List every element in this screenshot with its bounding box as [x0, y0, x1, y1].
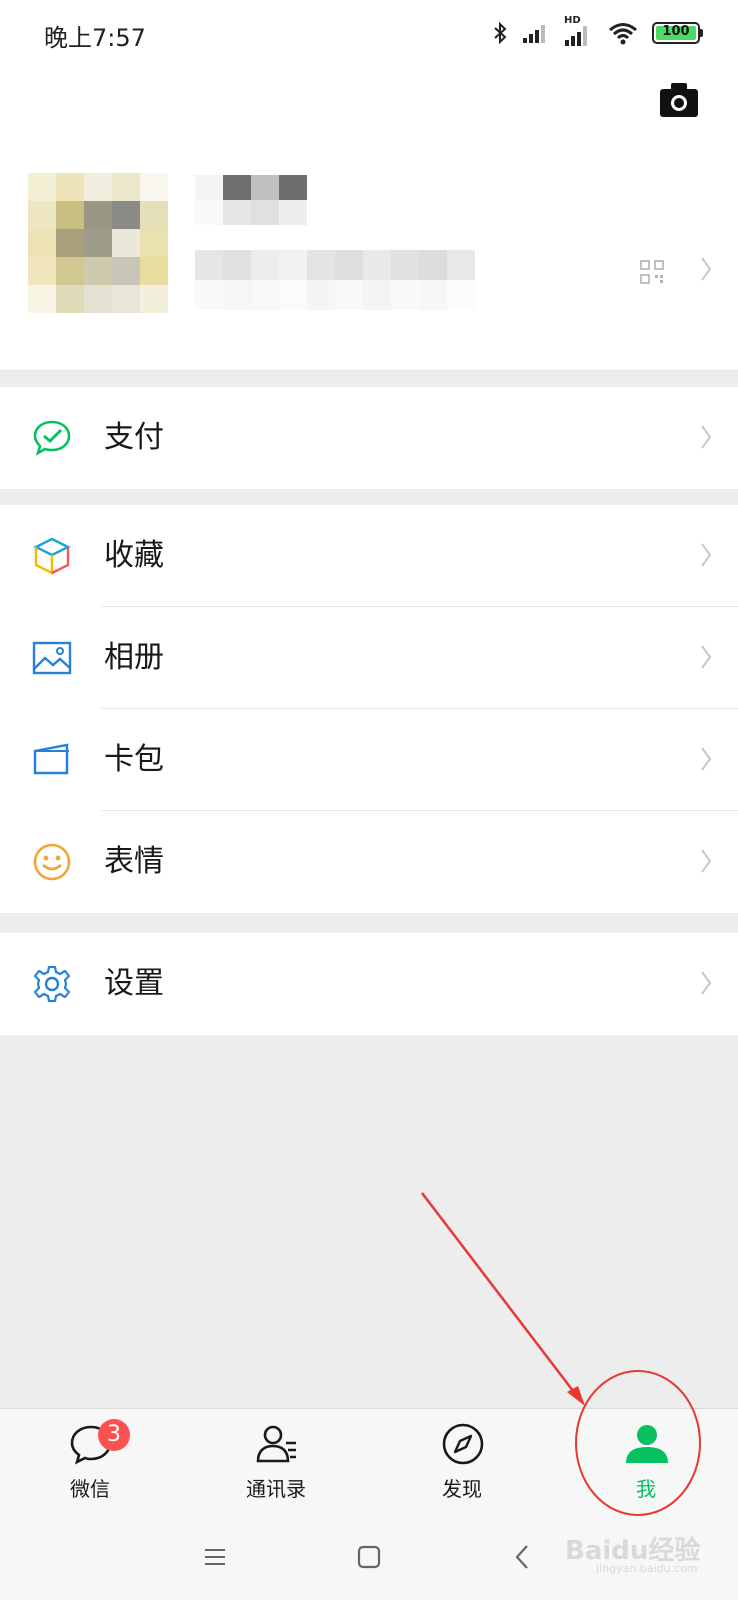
card-wallet-icon — [33, 743, 69, 775]
chevron-right-icon — [701, 747, 712, 771]
chevron-right-icon — [701, 645, 712, 669]
menu-item-card-wallet[interactable]: 卡包 — [0, 709, 738, 811]
nickname-blurred — [195, 175, 307, 225]
status-bar: 晚上7:57 HD 100 — [0, 0, 738, 70]
battery-indicator: 100 — [652, 22, 703, 44]
tab-me[interactable]: 我 — [586, 1409, 706, 1513]
camera-icon[interactable] — [658, 80, 700, 120]
qr-code-icon[interactable] — [640, 260, 664, 284]
annotation-arrow — [421, 1192, 581, 1401]
tab-label: 微信 — [70, 1477, 110, 1501]
smiley-icon — [33, 843, 71, 881]
menu-label: 设置 — [104, 966, 164, 1001]
menu-group-settings: 设置 — [0, 933, 738, 1035]
unread-badge: 3 — [98, 1419, 130, 1451]
menu-group-pay: 支付 — [0, 387, 738, 489]
menu-item-album[interactable]: 相册 — [0, 607, 738, 709]
tab-label: 发现 — [442, 1477, 482, 1501]
menu-label: 相册 — [104, 640, 164, 675]
compass-icon — [442, 1423, 484, 1465]
menu-item-stickers[interactable]: 表情 — [0, 811, 738, 913]
menu-label: 收藏 — [104, 538, 164, 573]
avatar[interactable] — [28, 173, 168, 313]
wechat-pay-icon — [33, 420, 71, 456]
signal-icon — [523, 25, 545, 43]
menu-item-pay[interactable]: 支付 — [0, 387, 738, 489]
menu-label: 卡包 — [104, 742, 164, 777]
hd-signal-icon: HD — [564, 15, 594, 47]
tab-chats[interactable]: 3 微信 — [30, 1409, 150, 1513]
watermark-sub: jingyan.baidu.com — [596, 1562, 698, 1575]
annotation-arrowhead — [567, 1386, 585, 1406]
tab-label: 通讯录 — [246, 1477, 306, 1501]
status-time: 晚上7:57 — [44, 24, 146, 52]
album-picture-icon — [32, 641, 72, 675]
wifi-icon — [609, 23, 637, 45]
chevron-right-icon — [701, 257, 712, 281]
chevron-right-icon — [701, 849, 712, 873]
bluetooth-icon — [494, 21, 507, 45]
menu-group-main: 收藏 相册 卡包 表情 — [0, 505, 738, 913]
menu-item-favorites[interactable]: 收藏 — [0, 505, 738, 607]
menu-label: 支付 — [104, 420, 164, 455]
chevron-right-icon — [701, 971, 712, 995]
back-icon[interactable] — [508, 1542, 538, 1572]
settings-gear-icon — [33, 965, 71, 1003]
home-icon[interactable] — [354, 1542, 384, 1572]
chevron-right-icon — [701, 543, 712, 567]
profile-header[interactable] — [0, 70, 738, 371]
bottom-tab-bar: 3 微信 通讯录 发现 我 — [0, 1408, 738, 1513]
tab-label: 我 — [636, 1477, 656, 1501]
contacts-icon — [256, 1425, 296, 1463]
chevron-right-icon — [701, 425, 712, 449]
tab-discover[interactable]: 发现 — [402, 1409, 522, 1513]
menu-icon[interactable] — [200, 1542, 230, 1572]
person-icon — [626, 1425, 668, 1463]
favorites-cube-icon — [33, 537, 71, 575]
tab-contacts[interactable]: 通讯录 — [216, 1409, 336, 1513]
menu-item-settings[interactable]: 设置 — [0, 933, 738, 1035]
menu-label: 表情 — [104, 844, 164, 879]
status-icons: HD 100 — [492, 15, 703, 48]
wechat-id-blurred — [195, 250, 475, 310]
